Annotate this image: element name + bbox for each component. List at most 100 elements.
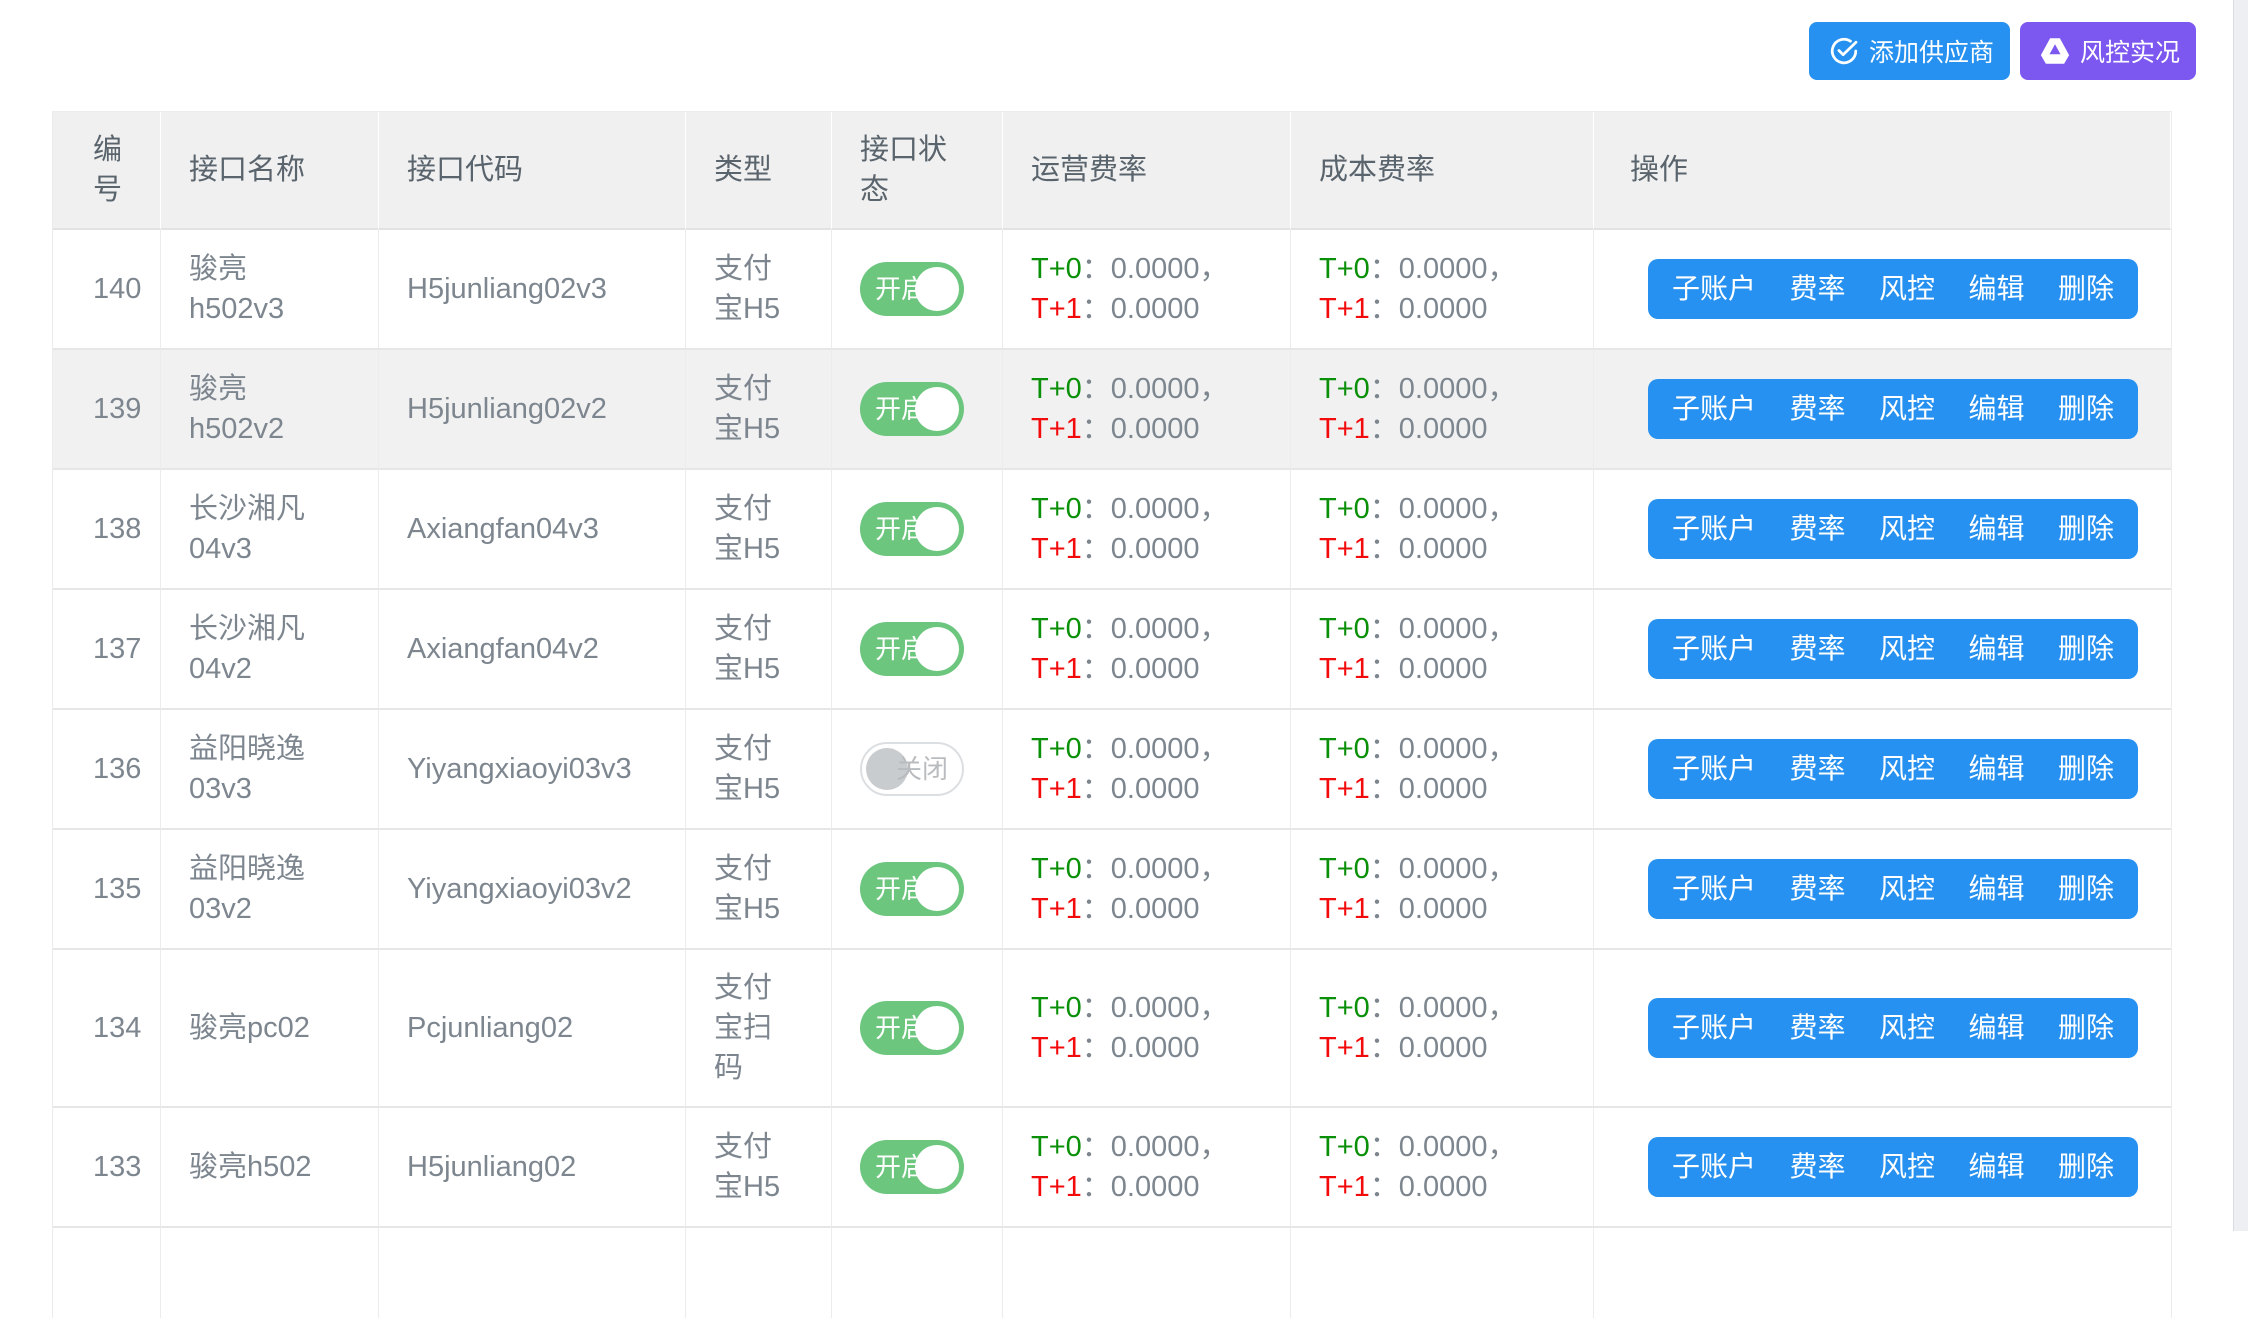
edit-button[interactable]: 编辑 [1968,635,2024,663]
row-id-cell: 138 [53,470,161,590]
interface-code-cell [379,1228,686,1318]
interface-code-cell: H5junliang02v3 [379,230,686,350]
subaccount-button[interactable]: 子账户 [1672,755,1756,783]
edit-button[interactable]: 编辑 [1968,275,2024,303]
rate-button[interactable]: 费率 [1789,875,1845,903]
risk-button[interactable]: 风控 [1879,275,1935,303]
interface-name-cell [161,1228,379,1318]
status-cell: 开启 [832,350,1003,470]
delete-button[interactable]: 删除 [2058,755,2114,783]
status-toggle[interactable]: 关闭 [860,742,964,796]
action-bar: 子账户 费率 风控 编辑 删除 [1648,259,2138,319]
subaccount-button[interactable]: 子账户 [1672,395,1756,423]
operating-rate-cell: T+0：0.0000， T+1：0.0000 [1003,830,1291,950]
actions-cell: 子账户 费率 风控 编辑 删除 [1594,1108,2171,1228]
header-operating-rate: 运营费率 [1003,112,1291,230]
delete-button[interactable]: 删除 [2058,875,2114,903]
header-actions: 操作 [1594,112,2171,230]
risk-button[interactable]: 风控 [1879,635,1935,663]
status-toggle[interactable]: 开启 [860,622,964,676]
risk-live-button[interactable]: 风控实况 [2020,22,2196,80]
status-cell [832,1228,1003,1318]
delete-button[interactable]: 删除 [2058,395,2114,423]
operating-rate-cell: T+0：0.0000， T+1：0.0000 [1003,350,1291,470]
interface-code-cell: Axiangfan04v2 [379,590,686,710]
toggle-knob [915,387,959,431]
subaccount-button[interactable]: 子账户 [1672,1153,1756,1181]
status-toggle[interactable]: 开启 [860,262,964,316]
cost-rate-cell: T+0：0.0000， T+1：0.0000 [1291,470,1594,590]
row-id-cell: 137 [53,590,161,710]
table-row-partial [53,1228,2171,1318]
edit-button[interactable]: 编辑 [1968,515,2024,543]
row-id-cell: 134 [53,950,161,1108]
edit-button[interactable]: 编辑 [1968,875,2024,903]
edit-button[interactable]: 编辑 [1968,1153,2024,1181]
type-cell: 支付宝扫码 [686,950,832,1108]
status-toggle[interactable]: 开启 [860,1140,964,1194]
interface-code-cell: Yiyangxiaoyi03v2 [379,830,686,950]
rate-button[interactable]: 费率 [1789,395,1845,423]
vertical-scrollbar[interactable] [2233,0,2248,1231]
cost-rate-cell: T+0：0.0000， T+1：0.0000 [1291,950,1594,1108]
risk-button[interactable]: 风控 [1879,1014,1935,1042]
row-id-cell [53,1228,161,1318]
cost-rate-cell: T+0：0.0000， T+1：0.0000 [1291,1108,1594,1228]
table-header-row: 编号 接口名称 接口代码 类型 接口状态 运营费率 成本费率 操作 [53,112,2171,230]
risk-button[interactable]: 风控 [1879,875,1935,903]
actions-cell: 子账户 费率 风控 编辑 删除 [1594,950,2171,1108]
check-circle-icon [1829,36,1859,66]
risk-button[interactable]: 风控 [1879,755,1935,783]
delete-button[interactable]: 删除 [2058,275,2114,303]
type-cell: 支付宝H5 [686,1108,832,1228]
rate-button[interactable]: 费率 [1789,755,1845,783]
subaccount-button[interactable]: 子账户 [1672,875,1756,903]
interface-code-cell: Axiangfan04v3 [379,470,686,590]
add-supplier-button[interactable]: 添加供应商 [1809,22,2010,80]
subaccount-button[interactable]: 子账户 [1672,515,1756,543]
add-supplier-label: 添加供应商 [1869,33,1994,69]
delete-button[interactable]: 删除 [2058,635,2114,663]
rate-button[interactable]: 费率 [1789,1153,1845,1181]
delete-button[interactable]: 删除 [2058,515,2114,543]
edit-button[interactable]: 编辑 [1968,755,2024,783]
header-interface-name: 接口名称 [161,112,379,230]
row-id-cell: 133 [53,1108,161,1228]
operating-rate-cell: T+0：0.0000， T+1：0.0000 [1003,950,1291,1108]
status-toggle[interactable]: 开启 [860,502,964,556]
status-cell: 开启 [832,1108,1003,1228]
table-row: 135 益阳晓逸03v2 Yiyangxiaoyi03v2 支付宝H5 开启 T… [53,830,2171,950]
cost-rate-cell: T+0：0.0000， T+1：0.0000 [1291,830,1594,950]
status-toggle[interactable]: 开启 [860,382,964,436]
table-row: 133 骏亮h502 H5junliang02 支付宝H5 开启 T+0：0.0… [53,1108,2171,1228]
delete-button[interactable]: 删除 [2058,1014,2114,1042]
table-row: 138 长沙湘凡04v3 Axiangfan04v3 支付宝H5 开启 T+0：… [53,470,2171,590]
edit-button[interactable]: 编辑 [1968,395,2024,423]
subaccount-button[interactable]: 子账户 [1672,635,1756,663]
operating-rate-cell: T+0：0.0000， T+1：0.0000 [1003,710,1291,830]
toggle-knob [915,867,959,911]
risk-button[interactable]: 风控 [1879,515,1935,543]
actions-cell: 子账户 费率 风控 编辑 删除 [1594,230,2171,350]
subaccount-button[interactable]: 子账户 [1672,275,1756,303]
delete-button[interactable]: 删除 [2058,1153,2114,1181]
operating-rate-cell: T+0：0.0000， T+1：0.0000 [1003,470,1291,590]
subaccount-button[interactable]: 子账户 [1672,1014,1756,1042]
toggle-knob [915,1006,959,1050]
table-row: 139 骏亮h502v2 H5junliang02v2 支付宝H5 开启 T+0… [53,350,2171,470]
rate-button[interactable]: 费率 [1789,1014,1845,1042]
rate-button[interactable]: 费率 [1789,275,1845,303]
risk-button[interactable]: 风控 [1879,395,1935,423]
rate-button[interactable]: 费率 [1789,515,1845,543]
status-toggle[interactable]: 开启 [860,1001,964,1055]
table-row: 140 骏亮h502v3 H5junliang02v3 支付宝H5 开启 T+0… [53,230,2171,350]
header-id: 编号 [53,112,161,230]
operating-rate-cell: T+0：0.0000， T+1：0.0000 [1003,590,1291,710]
toolbar: 添加供应商 风控实况 [0,22,2196,80]
edit-button[interactable]: 编辑 [1968,1014,2024,1042]
rate-button[interactable]: 费率 [1789,635,1845,663]
type-cell: 支付宝H5 [686,590,832,710]
status-toggle[interactable]: 开启 [860,862,964,916]
risk-button[interactable]: 风控 [1879,1153,1935,1181]
type-cell [686,1228,832,1318]
